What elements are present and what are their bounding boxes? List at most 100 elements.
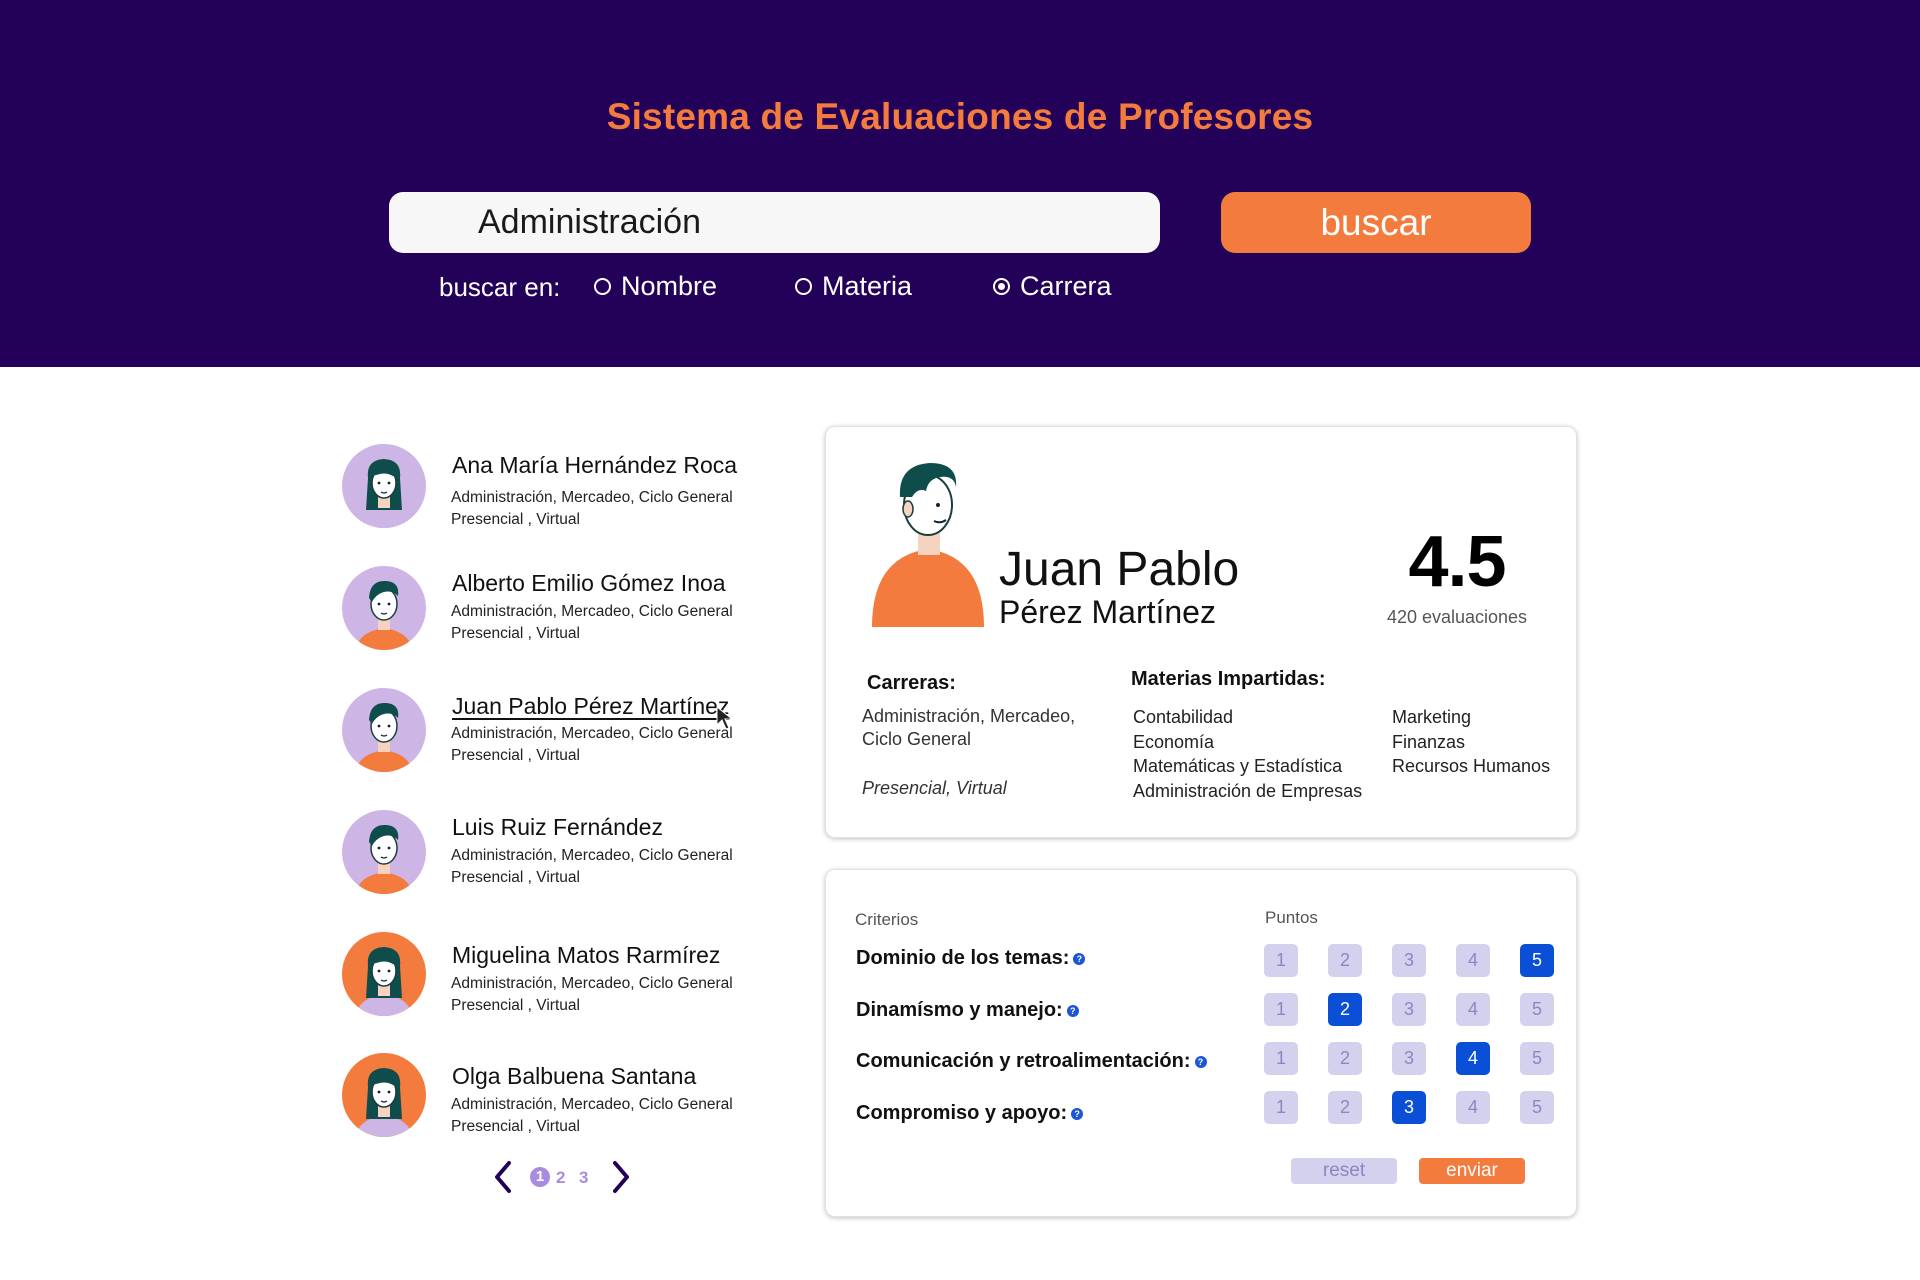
criterion-text: Comunicación y retroalimentación: — [856, 1050, 1191, 1072]
teacher-meta: Administración, Mercadeo, Ciclo General … — [451, 1094, 733, 1138]
subject-item: Economía — [1133, 731, 1215, 752]
teacher-list-item[interactable]: Olga Balbuena Santana Administración, Me… — [342, 1053, 762, 1145]
send-button[interactable]: enviar — [1419, 1158, 1525, 1184]
teacher-list-item[interactable]: Ana María Hernández Roca Administración,… — [342, 444, 762, 536]
radio-label: Nombre — [621, 271, 718, 301]
teacher-modality: Presencial , Virtual — [451, 625, 580, 642]
score-button-selected[interactable]: 5 — [1520, 944, 1554, 977]
score-button[interactable]: 3 — [1392, 993, 1426, 1026]
teacher-careers: Administración, Mercadeo, Ciclo General — [451, 975, 733, 992]
criterion-text: Dinamísmo y manejo: — [856, 999, 1063, 1021]
radio-circle[interactable] — [795, 278, 812, 295]
score-button[interactable]: 2 — [1328, 944, 1362, 977]
page-3[interactable]: 3 — [579, 1168, 588, 1188]
radio-circle-checked[interactable] — [993, 278, 1010, 295]
score-button-selected[interactable]: 2 — [1328, 993, 1362, 1026]
teacher-name[interactable]: Juan Pablo Pérez Martínez — [452, 693, 729, 720]
teacher-list-item[interactable]: Juan Pablo Pérez Martínez Administración… — [342, 688, 762, 780]
man-avatar-icon — [342, 688, 426, 772]
careers-line: Administración, Mercadeo, — [862, 706, 1076, 726]
criterion-label: Dominio de los temas:? — [856, 947, 1086, 970]
radio-nombre[interactable]: Nombre — [594, 271, 717, 302]
teacher-modality: Presencial , Virtual — [451, 1118, 580, 1135]
teacher-careers: Administración, Mercadeo, Ciclo General — [451, 847, 733, 864]
subject-item: Administración de Empresas — [1133, 780, 1363, 801]
man-avatar-icon — [872, 463, 984, 627]
score-button[interactable]: 5 — [1520, 1042, 1554, 1075]
score-button[interactable]: 4 — [1456, 944, 1490, 977]
score-button[interactable]: 1 — [1264, 1091, 1298, 1124]
page-1[interactable]: 1 — [530, 1167, 550, 1187]
score-button[interactable]: 3 — [1392, 944, 1426, 977]
teacher-meta: Administración, Mercadeo, Ciclo General … — [451, 723, 733, 767]
score-button[interactable]: 5 — [1520, 993, 1554, 1026]
criterion-text: Dominio de los temas: — [856, 947, 1070, 969]
score-button[interactable]: 4 — [1456, 993, 1490, 1026]
teacher-name[interactable]: Olga Balbuena Santana — [452, 1063, 696, 1090]
radio-label: Carrera — [1020, 271, 1112, 301]
score-button-selected[interactable]: 3 — [1392, 1091, 1426, 1124]
woman-avatar-icon — [342, 1053, 426, 1137]
score-button[interactable]: 4 — [1456, 1091, 1490, 1124]
profile-first-name: Juan Pablo — [999, 543, 1240, 596]
teacher-meta: Administración, Mercadeo, Ciclo General … — [451, 973, 733, 1017]
score-button[interactable]: 2 — [1328, 1042, 1362, 1075]
teacher-name[interactable]: Ana María Hernández Roca — [452, 452, 737, 479]
radio-materia[interactable]: Materia — [795, 271, 912, 302]
radio-circle[interactable] — [594, 278, 611, 295]
page-2[interactable]: 2 — [556, 1168, 565, 1188]
teacher-modality: Presencial , Virtual — [451, 511, 580, 528]
evaluation-count: 420 evaluaciones — [1386, 607, 1528, 627]
score-button[interactable]: 2 — [1328, 1091, 1362, 1124]
woman-avatar-icon — [342, 444, 426, 528]
chevron-right-icon[interactable] — [608, 1159, 634, 1195]
teacher-careers: Administración, Mercadeo, Ciclo General — [451, 489, 733, 506]
profile-last-name: Pérez Martínez — [999, 594, 1216, 630]
score-button[interactable]: 1 — [1264, 1042, 1298, 1075]
criterion-text: Compromiso y apoyo: — [856, 1102, 1068, 1124]
teacher-list-item[interactable]: Miguelina Matos Rarmírez Administración,… — [342, 932, 762, 1024]
search-in-label: buscar en: — [439, 272, 561, 302]
teacher-meta: Administración, Mercadeo, Ciclo General … — [451, 601, 733, 645]
teacher-careers: Administración, Mercadeo, Ciclo General — [451, 1096, 733, 1113]
criterion-label: Dinamísmo y manejo:? — [856, 999, 1079, 1022]
radio-carrera[interactable]: Carrera — [993, 271, 1112, 302]
criterion-label: Comunicación y retroalimentación:? — [856, 1050, 1207, 1073]
teacher-careers: Administración, Mercadeo, Ciclo General — [451, 725, 733, 742]
man-avatar-icon — [342, 810, 426, 894]
score-button[interactable]: 1 — [1264, 993, 1298, 1026]
subjects-label: Materias Impartidas: — [1131, 668, 1326, 690]
careers-label: Carreras: — [867, 672, 956, 694]
search-input[interactable] — [389, 192, 1160, 253]
help-icon[interactable]: ? — [1194, 1055, 1207, 1068]
woman-avatar-icon — [342, 932, 426, 1016]
subject-item: Matemáticas y Estadística — [1133, 756, 1343, 776]
teacher-list-item[interactable]: Alberto Emilio Gómez Inoa Administración… — [342, 566, 762, 658]
teacher-list-item[interactable]: Luis Ruiz Fernández Administración, Merc… — [342, 810, 762, 902]
teacher-modality: Presencial , Virtual — [451, 997, 580, 1014]
evaluation-card: Criterios Puntos Dominio de los temas:? … — [825, 869, 1577, 1217]
profile-card: Juan Pablo Pérez Martínez 4.5 420 evalua… — [825, 426, 1577, 838]
mouse-pointer-icon — [716, 705, 734, 730]
help-icon[interactable]: ? — [1066, 1004, 1079, 1017]
chevron-left-icon[interactable] — [490, 1159, 516, 1195]
score-button[interactable]: 3 — [1392, 1042, 1426, 1075]
teacher-name[interactable]: Alberto Emilio Gómez Inoa — [452, 570, 726, 597]
search-button[interactable]: buscar — [1221, 192, 1531, 253]
teacher-modality: Presencial , Virtual — [451, 747, 580, 764]
teacher-name[interactable]: Luis Ruiz Fernández — [452, 814, 663, 841]
teacher-careers: Administración, Mercadeo, Ciclo General — [451, 603, 733, 620]
modality-text: Presencial, Virtual — [862, 778, 1007, 798]
score-button-selected[interactable]: 4 — [1456, 1042, 1490, 1075]
reset-button[interactable]: reset — [1291, 1158, 1397, 1184]
criteria-header: Criterios — [855, 910, 919, 929]
score-button[interactable]: 5 — [1520, 1091, 1554, 1124]
subjects-column-2: Marketing Finanzas Recursos Humanos — [1392, 705, 1550, 779]
help-icon[interactable]: ? — [1071, 1107, 1084, 1120]
score-button[interactable]: 1 — [1264, 944, 1298, 977]
subject-item: Recursos Humanos — [1392, 756, 1551, 776]
subject-item: Marketing — [1392, 707, 1472, 727]
criterion-label: Compromiso y apoyo:? — [856, 1102, 1084, 1125]
teacher-name[interactable]: Miguelina Matos Rarmírez — [452, 942, 720, 969]
help-icon[interactable]: ? — [1073, 952, 1086, 965]
